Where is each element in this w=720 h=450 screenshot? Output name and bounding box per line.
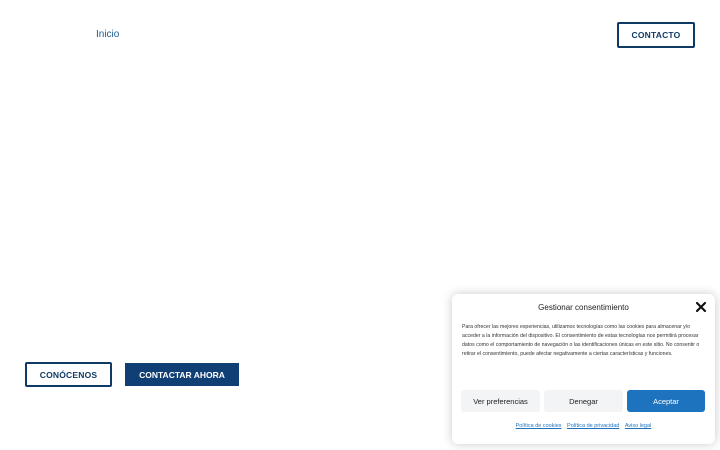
deny-button[interactable]: Denegar xyxy=(544,390,623,412)
about-us-button[interactable]: CONÓCENOS xyxy=(25,362,112,387)
contact-now-button[interactable]: CONTACTAR AHORA xyxy=(125,363,239,386)
contact-button[interactable]: CONTACTO xyxy=(617,22,695,48)
consent-description: Para ofrecer las mejores experiencias, u… xyxy=(462,324,700,357)
consent-dialog: Gestionar consentimiento Para ofrecer la… xyxy=(452,294,715,444)
consent-title: Gestionar consentimiento xyxy=(538,303,629,312)
privacy-policy-link[interactable]: Política de privacidad xyxy=(567,423,619,429)
nav-link-home[interactable]: Inicio xyxy=(96,29,119,40)
view-preferences-button[interactable]: Ver preferencias xyxy=(461,390,540,412)
accept-button[interactable]: Aceptar xyxy=(627,390,705,412)
legal-notice-link[interactable]: Aviso legal xyxy=(625,423,652,429)
cookie-policy-link[interactable]: Política de cookies xyxy=(516,423,562,429)
close-icon[interactable] xyxy=(695,301,707,313)
consent-links: Política de cookies Política de privacid… xyxy=(452,423,715,429)
